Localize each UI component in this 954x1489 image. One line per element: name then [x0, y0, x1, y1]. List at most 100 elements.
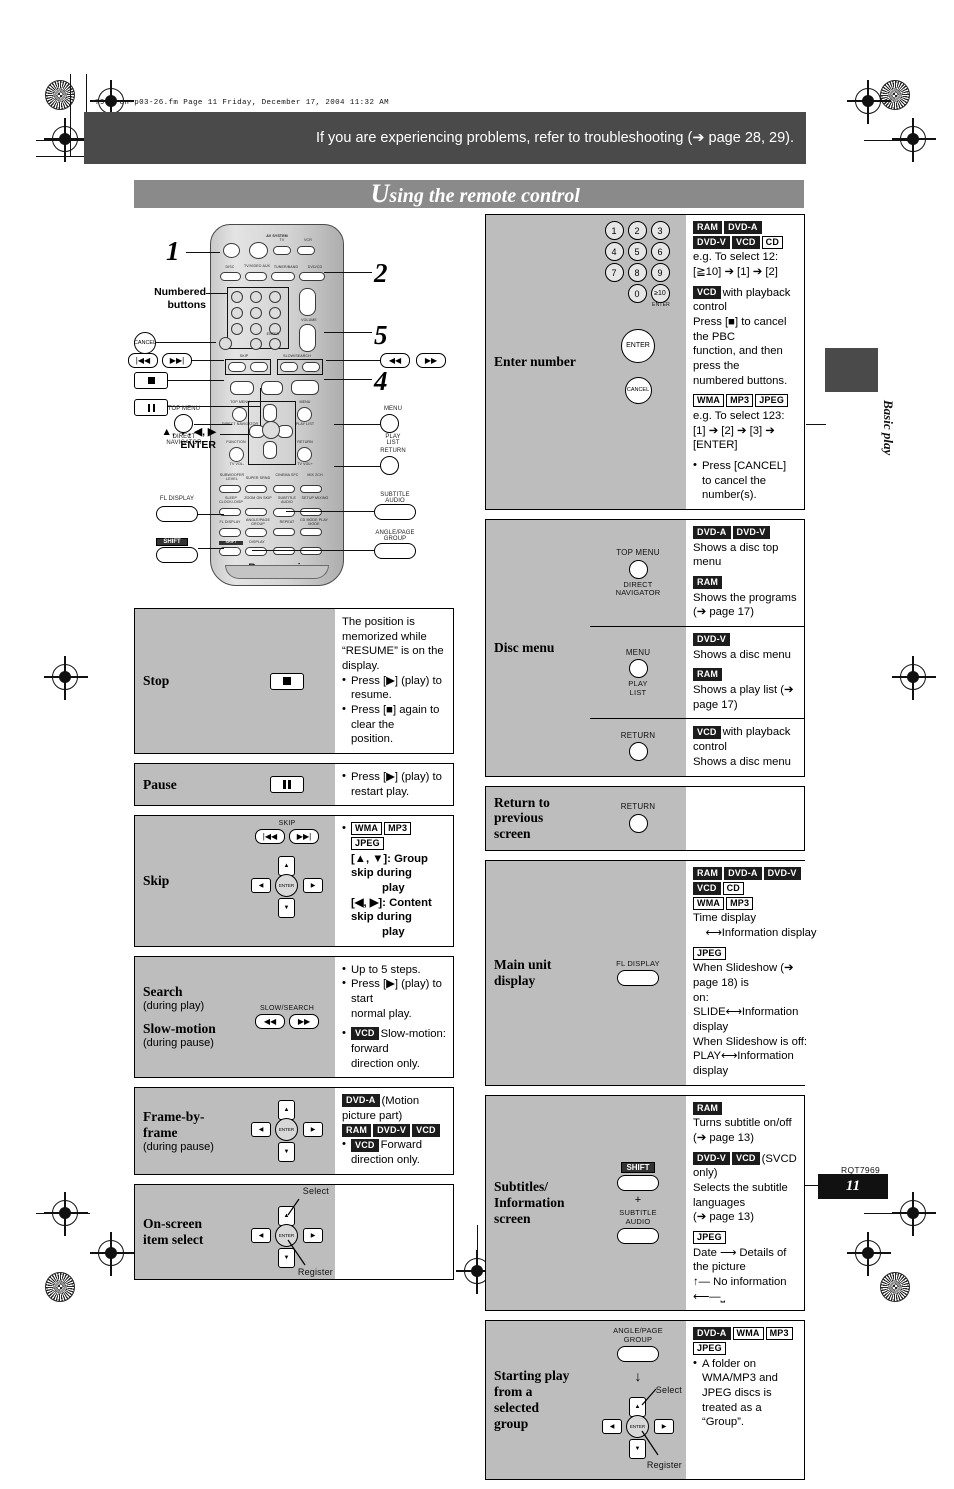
chip-jpeg-en: JPEG [755, 394, 789, 408]
remote-key-menu [297, 407, 312, 422]
starting-dpad-right-icon: ▶ [654, 1418, 674, 1434]
mud-line-3: When Slideshow (➔ page 18) is [693, 962, 794, 989]
enter-block-4-bullet-2: number(s). [702, 489, 757, 502]
chip-vcd-slow: VCD [351, 1027, 379, 1041]
remote-label-angle-page-group: ANGLE/PAGE GROUP [246, 518, 270, 526]
remote-key-cancel [219, 337, 232, 350]
chip-vcd-r: VCD [693, 725, 721, 739]
row-search-sub: (during play) [143, 1000, 205, 1013]
chip-wma-start: WMA [732, 1327, 764, 1341]
registration-mark-bottom-left [90, 1232, 134, 1276]
disc-top-menu-caption: TOP MENU [616, 547, 660, 557]
starting-register-caption: Register [646, 1459, 682, 1470]
starting-bullet-2: JPEG discs is treated as a [702, 1387, 772, 1414]
disc-playlist-caption: PLAY LIST [628, 680, 647, 697]
row-subtitles-key-art: SHIFT + SUBTITLE AUDIO [590, 1095, 686, 1311]
ghost-search-fwd: ▶▶ [416, 353, 446, 368]
chip-dvda-frame: DVD-A [342, 1094, 380, 1108]
chip-ram-mud: RAM [693, 867, 723, 881]
fl-display-caption: FL DISPLAY [616, 958, 660, 968]
ghost-key-cancel: CANCEL [134, 332, 156, 354]
crop-line-bottom-right-h2 [864, 1213, 918, 1215]
skip-chips: WMAMP3JPEG [342, 821, 447, 851]
row-search-label: Search [143, 984, 183, 1000]
side-tab-rule [806, 424, 826, 426]
skip-back-icon: |◀◀ [255, 829, 285, 845]
angle-caption-l2: GROUP [623, 1334, 653, 1344]
remote-key-5 [250, 307, 262, 319]
remote-label-function: FUNCTION [226, 440, 246, 444]
numbered-buttons-leader [206, 293, 228, 295]
top-menu-button-icon [628, 559, 648, 579]
mud-chips-3: JPEG [693, 946, 817, 962]
file-header-text: 7969 en-p03-26.fm Page 11 Friday, Decemb… [95, 99, 390, 107]
sub-line-1: Turns subtitle on/off (➔ page 13) [693, 1117, 792, 1145]
angle-page-group-button-icon [617, 1345, 659, 1362]
search-line-3: normal play. [351, 1007, 412, 1020]
ghost-cancel-circle: CANCEL [134, 332, 156, 354]
disc-menu-desc: DVD-V Shows a disc menu RAM Shows a play… [686, 627, 804, 719]
ghost-pause-leader-v [260, 388, 262, 426]
remote-key-up [263, 404, 277, 422]
ghost-key-fl-display [156, 506, 198, 522]
subtitle-audio-caption: SUBTITLE AUDIO [619, 1209, 656, 1226]
remote-key-zoom [245, 508, 267, 516]
ghost-label-subtitle-audio: SUBTITLE AUDIO [380, 492, 410, 505]
callout-number-5: 5 [374, 320, 388, 350]
stop-button-icon [270, 672, 304, 690]
disc-return-art: RETURN [590, 719, 686, 776]
remote-label-play-mode: CD MODE PLAY MODE [299, 518, 329, 526]
remote-key-power-av [249, 242, 268, 259]
remote-label-super-srnd: SUPER SRND [245, 476, 271, 480]
chip-mp3: MP3 [384, 822, 412, 836]
row-frame-sub: (during pause) [143, 1140, 214, 1153]
remote-key-tv-video [245, 272, 267, 281]
crop-line-bottom-left-h [36, 1213, 90, 1215]
row-subtitles-l1: Subtitles/ [494, 1179, 549, 1195]
crop-line-top-left-h [36, 140, 90, 142]
ghost-key-subtitle-audio [374, 504, 416, 520]
remote-key-play-mode [300, 528, 322, 536]
label-numbered-buttons-l1: Numbered [154, 286, 206, 298]
enter-block-3-line-2: [1] ➔ [2] ➔ [3] ➔ [ENTER] [693, 424, 775, 452]
mud-line-5: SLIDE⟷Information display [693, 1006, 799, 1033]
direct-nav-l2: NAVIGATOR [615, 588, 661, 597]
search-line-2: Press [▶] (play) to start [342, 976, 447, 1006]
ghost-label-direct-navigator: DIRECT NAVIGATOR [166, 434, 202, 447]
enter-block-1-line-1: e.g. To select 12: [693, 251, 779, 264]
angle-page-group-caption: ANGLE/PAGE GROUP [613, 1327, 663, 1344]
row-disc-menu: Disc menu TOP MENU DIRECT NAVIGATOR DVD-… [485, 519, 805, 777]
skip-caption: SKIP [278, 820, 296, 828]
remote-key-tv [273, 246, 291, 255]
chip-jpeg-start: JPEG [693, 1342, 726, 1356]
stop-line-4: Press [■] again to clear the [342, 702, 447, 732]
row-starting-desc: DVD-AWMAMP3JPEG A folder on WMA/MP3 and … [686, 1321, 804, 1479]
row-starting-key-art: ANGLE/PAGE GROUP ↓ Select ▲ ◀ ENTER ▶ ▼ … [590, 1321, 686, 1479]
chip-mp3-mud: MP3 [726, 896, 754, 910]
row-return-l2: previous [494, 810, 544, 826]
mud-line-7: PLAY⟷Information display [693, 1050, 794, 1077]
pause-line-1: Press [▶] (play) to restart play. [342, 769, 447, 799]
troubleshooting-note: If you are experiencing problems, refer … [315, 130, 794, 146]
row-return-l3: screen [494, 826, 531, 842]
disc-m-chips-1: DVD-V [693, 633, 798, 648]
remote-label-enter-keypad: ENTER [266, 332, 280, 336]
ghost-label-play-list: PLAY LIST [385, 434, 401, 447]
remote-key-tuner-band [271, 272, 295, 281]
numpad-key-5: 5 [627, 242, 647, 261]
enter-block-3-chips: WMA MP3 JPEG [693, 394, 798, 409]
chip-dvdv-tm: DVD-V [732, 526, 770, 540]
remote-label-subtitle-audio: SUBTITLE AUDIO [278, 496, 296, 504]
row-subtitles-l2: Information [494, 1195, 565, 1211]
row-frame-by-frame: Frame-by- frame (during pause) ▲ ◀ ENTER… [134, 1087, 454, 1175]
dpad-leader [220, 434, 250, 436]
onscreen-dpad-down-icon: ▼ [278, 1247, 295, 1268]
chip-dvda-start: DVD-A [693, 1327, 731, 1341]
callout-leader-5 [324, 332, 372, 334]
row-main-display-label-group: Main unit display [486, 861, 590, 1084]
remote-key-disc [220, 272, 241, 281]
ghost-stop [134, 372, 168, 389]
row-frame-desc: DVD-A(Motion picture part) RAMDVD-VVCD V… [335, 1088, 453, 1174]
row-onscreen-key-art: Select ▲ ◀ ENTER ▶ ▼ Register [239, 1184, 335, 1279]
remote-label-fl-display: FL DISPLAY [219, 520, 241, 524]
